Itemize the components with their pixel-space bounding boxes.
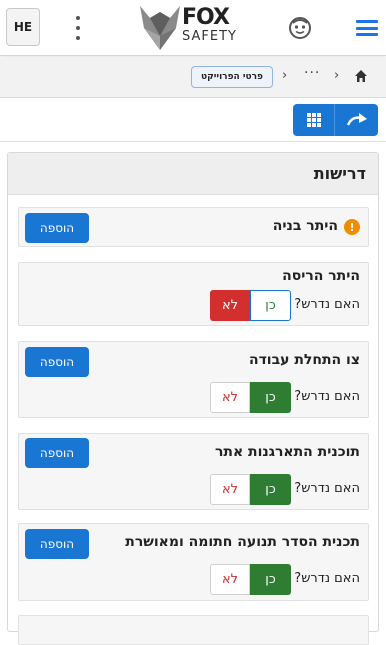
add-button[interactable]: הוספה <box>25 438 89 468</box>
requirement-row-demolition-permit: היתר הריסה האם נדרש? לא כן <box>18 262 369 326</box>
add-button[interactable]: הוספה <box>25 529 89 559</box>
yes-option[interactable]: כן <box>250 564 291 595</box>
breadcrumb-ellipsis[interactable]: ··· <box>304 65 320 81</box>
grid-view-button[interactable] <box>293 104 335 136</box>
required-toggle: לא כן <box>210 382 291 413</box>
redo-arrow-icon <box>346 113 367 126</box>
logo-sub-text: SAFETY <box>182 29 237 44</box>
breadcrumb-current[interactable]: פרטי הפרוייקט <box>191 66 273 88</box>
breadcrumb-chevron-icon: › <box>334 68 340 83</box>
no-option[interactable]: לא <box>210 474 250 505</box>
requirement-title: תכנית הסדר תנועה חתומה ומאושרת <box>125 534 360 550</box>
required-question: האם נדרש? <box>294 571 360 586</box>
redo-button[interactable] <box>335 104 378 136</box>
yes-option[interactable]: כן <box>250 382 291 413</box>
requirement-row-site-organization-plan: תוכנית התארגנות אתר הוספה האם נדרש? לא כ… <box>18 433 369 510</box>
requirement-row-work-start-order: צו התחלת עבודה הוספה האם נדרש? לא כן <box>18 341 369 418</box>
requirement-row-traffic-plan: תכנית הסדר תנועה חתומה ומאושרת הוספה האם… <box>18 523 369 601</box>
requirement-row-building-permit: ! היתר בניה הוספה <box>18 207 369 247</box>
add-button[interactable]: הוספה <box>25 213 89 243</box>
required-toggle: לא כן <box>210 564 291 595</box>
required-question: האם נדרש? <box>294 389 360 404</box>
no-option[interactable]: לא <box>210 290 250 321</box>
warning-icon: ! <box>344 219 360 235</box>
menu-icon[interactable] <box>356 20 378 36</box>
no-option[interactable]: לא <box>210 564 250 595</box>
panel-title: דרישות <box>8 153 378 195</box>
requirement-row-next <box>18 615 369 645</box>
no-option[interactable]: לא <box>210 382 250 413</box>
required-toggle: לא כן <box>210 474 291 505</box>
fox-safety-logo: FOX SAFETY <box>138 2 242 54</box>
requirements-panel: דרישות ! היתר בניה הוספה היתר הריסה האם … <box>7 152 379 645</box>
requirement-title: צו התחלת עבודה <box>248 352 360 368</box>
logo-main-text: FOX <box>182 5 230 30</box>
requirement-title: היתר בניה <box>272 218 338 234</box>
language-button[interactable]: HE <box>6 8 40 46</box>
home-icon[interactable] <box>354 69 368 83</box>
required-toggle: לא כן <box>210 290 291 321</box>
user-face-icon[interactable] <box>288 16 312 40</box>
yes-option[interactable]: כן <box>250 474 291 505</box>
fox-head-icon <box>140 6 180 50</box>
breadcrumb: › ··· › פרטי הפרוייקט <box>0 57 386 98</box>
requirement-title: היתר הריסה <box>282 268 360 284</box>
grid-icon <box>306 113 321 127</box>
toolbar <box>0 98 386 142</box>
requirement-title: תוכנית התארגנות אתר <box>214 444 360 460</box>
required-question: האם נדרש? <box>294 481 360 496</box>
yes-option[interactable]: כן <box>250 290 291 321</box>
top-bar: HE FOX SAFETY <box>0 0 386 56</box>
required-question: האם נדרש? <box>294 297 360 312</box>
add-button[interactable]: הוספה <box>25 347 89 377</box>
breadcrumb-chevron-icon: › <box>282 68 288 83</box>
more-options-icon[interactable] <box>72 16 84 40</box>
